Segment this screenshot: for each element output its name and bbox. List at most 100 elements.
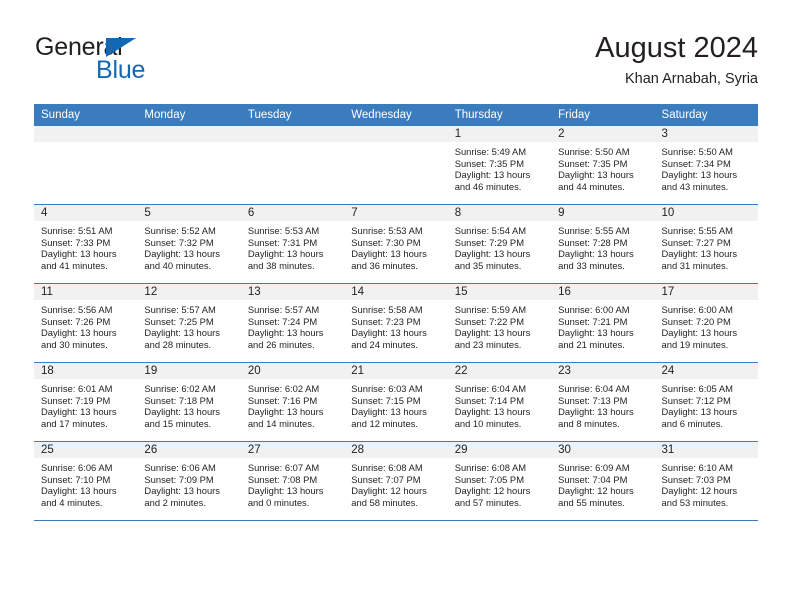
daylight-text-continued: and 43 minutes. [661,181,729,193]
calendar-day-cell[interactable]: 25 Sunrise: 6:06 AM Sunset: 7:10 PM Dayligh… [34,441,138,521]
calendar-day-cell[interactable]: 26 Sunrise: 6:06 AM Sunset: 7:09 PM Dayligh… [137,441,241,521]
title-block: August 2024 Khan Arnabah, Syria [595,32,758,88]
daylight-text-continued: and 38 minutes. [247,260,315,272]
day-number: 4 [34,205,138,221]
calendar-day-cell[interactable]: 14 Sunrise: 5:58 AM Sunset: 7:23 PM Dayligh… [344,283,448,363]
general-blue-logo[interactable]: General Blue [34,32,234,92]
calendar-day-cell[interactable]: 12 Sunrise: 5:57 AM Sunset: 7:25 PM Dayligh… [137,283,241,363]
calendar-day-cell[interactable]: 19 Sunrise: 6:02 AM Sunset: 7:18 PM Dayligh… [137,362,241,442]
sunset-text: Sunset: 7:03 PM [661,473,731,485]
daylight-text: Daylight: 13 hours [247,406,324,418]
day-sun-times: Sunrise: 5:50 AM Sunset: 7:35 PM Daylight:… [551,142,654,193]
daylight-text: Daylight: 12 hours [351,485,427,497]
day-number: 27 [240,442,345,458]
day-number: 6 [240,205,345,221]
day-sun-times: Sunrise: 6:03 AM Sunset: 7:15 PM Daylight:… [344,379,447,430]
day-number: 18 [34,363,138,379]
daylight-text: Daylight: 13 hours [144,327,220,339]
sunrise-text: Sunrise: 6:08 AM [351,462,423,473]
sunset-text: Sunset: 7:35 PM [558,157,628,169]
day-number: 20 [240,363,345,379]
calendar-day-cell[interactable]: 1 Sunrise: 5:49 AM Sunset: 7:35 PM Daylight… [447,126,552,205]
sunrise-text: Sunrise: 5:53 AM [351,225,423,236]
calendar-day-cell[interactable]: 28 Sunrise: 6:08 AM Sunset: 7:07 PM Dayligh… [344,441,448,521]
weekday-header-row: Sunday Monday Tuesday Wednesday Thursday… [34,104,758,126]
day-sun-times: Sunrise: 5:57 AM Sunset: 7:25 PM Daylight:… [137,300,240,351]
day-sun-times: Sunrise: 5:52 AM Sunset: 7:32 PM Daylight:… [137,221,240,272]
daylight-text: Daylight: 13 hours [247,248,324,260]
calendar-day-cell[interactable]: 16 Sunrise: 6:00 AM Sunset: 7:21 PM Dayligh… [551,283,655,363]
calendar-day-cell[interactable]: 5 Sunrise: 5:52 AM Sunset: 7:32 PM Daylight… [137,204,241,284]
daylight-text-continued: and 19 minutes. [661,339,729,351]
daylight-text: Daylight: 13 hours [661,248,738,260]
calendar-day-cell[interactable]: 21 Sunrise: 6:03 AM Sunset: 7:15 PM Dayligh… [344,362,448,442]
sunset-text: Sunset: 7:28 PM [558,236,628,248]
daylight-text: Daylight: 12 hours [454,485,531,497]
calendar-day-cell[interactable]: 2 Sunrise: 5:50 AM Sunset: 7:35 PM Daylight… [551,126,655,205]
daylight-text: Daylight: 13 hours [41,327,117,339]
calendar-week-row: 18 Sunrise: 6:01 AM Sunset: 7:19 PM Dayligh… [34,362,758,442]
sunset-text: Sunset: 7:16 PM [247,394,318,406]
daylight-text: Daylight: 13 hours [247,485,324,497]
calendar-day-cell[interactable]: 9 Sunrise: 5:55 AM Sunset: 7:28 PM Daylight… [551,204,655,284]
page-subtitle: Khan Arnabah, Syria [624,71,758,88]
daylight-text: Daylight: 13 hours [661,169,738,181]
calendar-day-cell[interactable]: 8 Sunrise: 5:54 AM Sunset: 7:29 PM Daylight… [447,204,552,284]
daylight-text-continued: and 21 minutes. [558,339,625,351]
calendar-day-cell[interactable]: 17 Sunrise: 6:00 AM Sunset: 7:20 PM Dayligh… [654,283,758,363]
daylight-text-continued: and 12 minutes. [351,418,418,430]
calendar-day-cell[interactable]: 4 Sunrise: 5:51 AM Sunset: 7:33 PM Daylight… [34,204,138,284]
daylight-text: Daylight: 13 hours [661,327,738,339]
calendar-day-cell[interactable]: 24 Sunrise: 6:05 AM Sunset: 7:12 PM Dayligh… [654,362,758,442]
calendar-day-cell[interactable]: 27 Sunrise: 6:07 AM Sunset: 7:08 PM Dayligh… [240,441,345,521]
sunrise-text: Sunrise: 5:57 AM [247,304,320,315]
calendar-day-cell[interactable]: 29 Sunrise: 6:08 AM Sunset: 7:05 PM Dayligh… [447,441,552,521]
sunrise-text: Sunrise: 6:06 AM [41,462,113,473]
day-number: 29 [447,442,552,458]
calendar-grid: Sunday Monday Tuesday Wednesday Thursday… [34,104,758,521]
day-number: 16 [551,284,655,300]
calendar-day-cell[interactable]: 10 Sunrise: 5:55 AM Sunset: 7:27 PM Dayligh… [654,204,758,284]
day-number: 25 [34,442,138,458]
sunset-text: Sunset: 7:18 PM [144,394,214,406]
daylight-text: Daylight: 13 hours [558,169,634,181]
calendar-day-cell[interactable]: 11 Sunrise: 5:56 AM Sunset: 7:26 PM Dayligh… [34,283,138,363]
sunrise-text: Sunrise: 5:50 AM [558,146,630,157]
daylight-text-continued: and 26 minutes. [247,339,315,351]
daylight-text-continued: and 15 minutes. [144,418,212,430]
daylight-text-continued: and 23 minutes. [454,339,522,351]
sunrise-text: Sunrise: 6:03 AM [351,383,423,394]
calendar-day-cell[interactable]: 20 Sunrise: 6:02 AM Sunset: 7:16 PM Dayligh… [240,362,345,442]
calendar-day-cell[interactable]: 23 Sunrise: 6:04 AM Sunset: 7:13 PM Dayligh… [551,362,655,442]
day-sun-times: Sunrise: 6:00 AM Sunset: 7:20 PM Daylight:… [655,300,758,351]
calendar-day-cell[interactable]: 7 Sunrise: 5:53 AM Sunset: 7:30 PM Daylight… [344,204,448,284]
calendar-day-cell[interactable]: 31 Sunrise: 6:10 AM Sunset: 7:03 PM Dayligh… [654,441,758,521]
sunset-text: Sunset: 7:24 PM [247,315,318,327]
sunrise-text: Sunrise: 6:00 AM [661,304,733,315]
daylight-text: Daylight: 13 hours [558,406,634,418]
calendar-day-cell[interactable]: 13 Sunrise: 5:57 AM Sunset: 7:24 PM Dayligh… [240,283,345,363]
calendar-day-cell[interactable]: 18 Sunrise: 6:01 AM Sunset: 7:19 PM Dayligh… [34,362,138,442]
calendar-page: General Blue August 2024 Khan Arnabah, S… [0,0,792,612]
calendar-day-cell[interactable]: 22 Sunrise: 6:04 AM Sunset: 7:14 PM Dayligh… [447,362,552,442]
weekday-header-tuesday: Tuesday [240,104,345,126]
page-title: August 2024 [595,32,758,64]
calendar-day-cell-empty [34,126,138,205]
daylight-text: Daylight: 13 hours [454,406,531,418]
day-number: 9 [551,205,655,221]
day-number: 14 [344,284,448,300]
day-sun-times: Sunrise: 6:06 AM Sunset: 7:09 PM Daylight:… [137,458,240,509]
daylight-text: Daylight: 13 hours [351,248,427,260]
day-sun-times: Sunrise: 5:51 AM Sunset: 7:33 PM Daylight:… [34,221,137,272]
sunset-text: Sunset: 7:13 PM [558,394,628,406]
calendar-day-cell[interactable]: 6 Sunrise: 5:53 AM Sunset: 7:31 PM Daylight… [240,204,345,284]
calendar-day-cell[interactable]: 3 Sunrise: 5:50 AM Sunset: 7:34 PM Daylight… [654,126,758,205]
sunrise-text: Sunrise: 6:08 AM [454,462,527,473]
calendar-day-cell[interactable]: 15 Sunrise: 5:59 AM Sunset: 7:22 PM Dayligh… [447,283,552,363]
weekday-header-thursday: Thursday [447,104,552,126]
calendar-week-row: 11 Sunrise: 5:56 AM Sunset: 7:26 PM Dayligh… [34,283,758,363]
sunrise-text: Sunrise: 5:52 AM [144,225,216,236]
daylight-text-continued: and 30 minutes. [41,339,108,351]
calendar-day-cell[interactable]: 30 Sunrise: 6:09 AM Sunset: 7:04 PM Dayligh… [551,441,655,521]
sunrise-text: Sunrise: 6:06 AM [144,462,216,473]
